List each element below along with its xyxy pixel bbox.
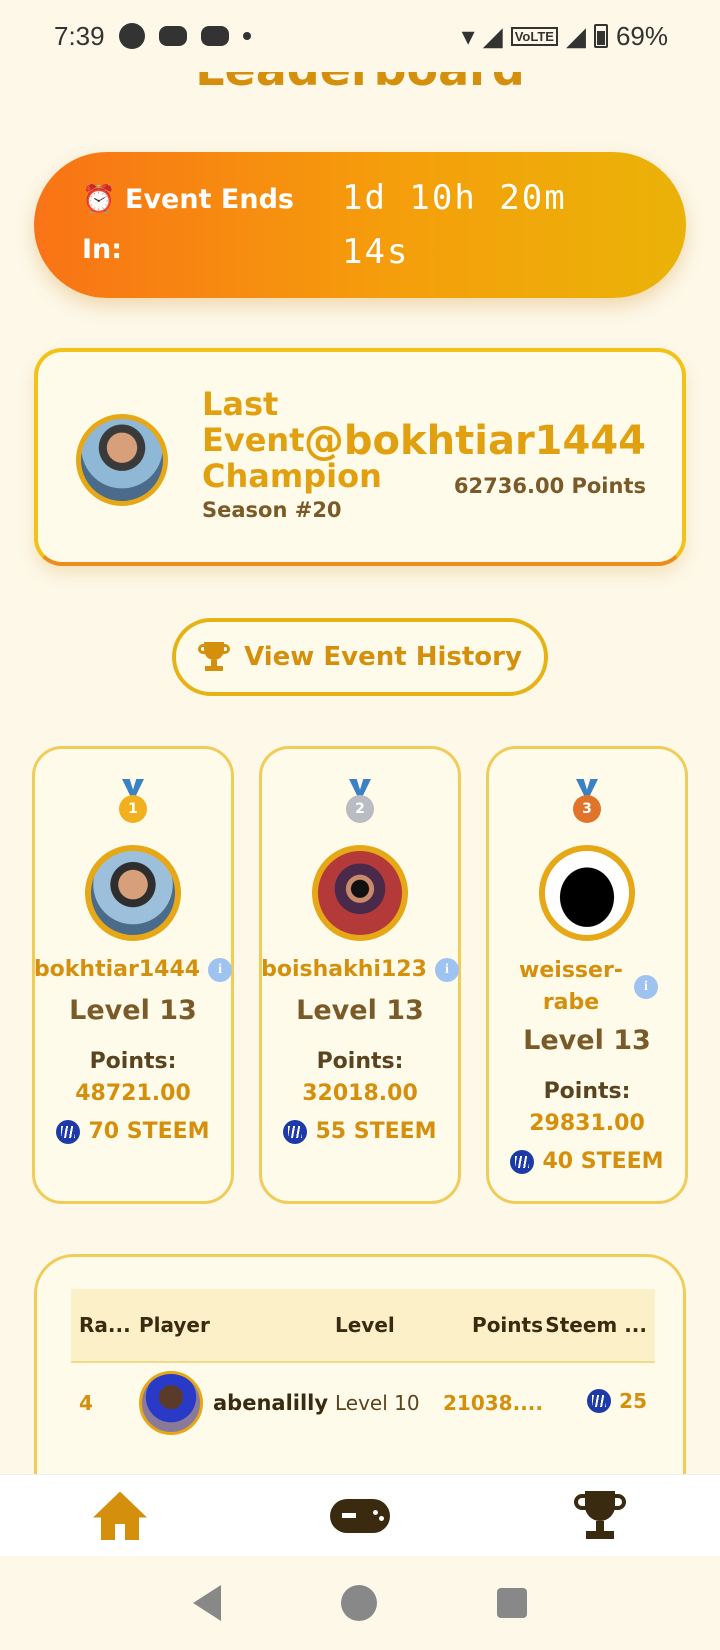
bronze-medal-icon: 3 [572, 779, 602, 825]
header-player[interactable]: Player [139, 1313, 335, 1337]
avatar[interactable] [139, 1371, 203, 1435]
trophy-icon [198, 642, 231, 672]
recent-apps-icon[interactable] [497, 1588, 527, 1618]
signal-icon-2: ◢ [565, 20, 586, 51]
status-bar: 7:39 ▾ ◢ VoLTE ◢ 69% [0, 0, 720, 72]
podium-level: Level 13 [69, 995, 197, 1026]
discord-icon [158, 26, 187, 46]
row-points: 21038.... [443, 1391, 543, 1415]
notification-dot-icon [242, 32, 251, 40]
steem-icon [56, 1119, 81, 1144]
podium-username[interactable]: bokhtiar1444 [34, 957, 200, 982]
event-countdown-banner: ⏰ Event Ends In: 1d 10h 20m 14s [34, 152, 686, 298]
champion-avatar [76, 414, 168, 506]
info-icon[interactable]: i [434, 957, 459, 982]
podium-username[interactable]: boishakhi123 [261, 957, 427, 982]
nav-games-button[interactable] [320, 1486, 400, 1546]
podium-card-rank-2[interactable]: 2 boishakhi123 i Level 13 Points: 32018.… [259, 746, 461, 1204]
podium-card-rank-1[interactable]: 1 bokhtiar1444 i Level 13 Points: 48721.… [32, 746, 234, 1204]
row-player-name[interactable]: abenalilly [213, 1391, 328, 1415]
nav-home-button[interactable] [80, 1486, 160, 1546]
countdown-label: ⏰ Event Ends In: [82, 184, 294, 265]
battery-level: 69% [615, 20, 668, 51]
header-steem[interactable]: Steem ... [543, 1313, 655, 1337]
header-rank[interactable]: Ra... [71, 1313, 139, 1337]
podium-points-label: Points: [89, 1049, 177, 1074]
row-rank: 4 [79, 1391, 93, 1415]
champion-username: @bokhtiar1444 [303, 418, 646, 464]
table-row[interactable]: 4 abenalilly Level 10 21038.... 25 [71, 1361, 655, 1443]
podium-points-label: Points: [316, 1049, 404, 1074]
system-navigation-bar [0, 1556, 720, 1650]
row-level: Level 10 [335, 1391, 420, 1415]
podium-username[interactable]: weisser-rabe [516, 955, 626, 1019]
table-header: Ra... Player Level Points Steem ... [71, 1289, 655, 1361]
avatar[interactable] [539, 845, 635, 941]
podium-level: Level 13 [523, 1025, 651, 1056]
countdown-time: 1d 10h 20m 14s [342, 178, 567, 272]
volte-badge: VoLTE [510, 26, 558, 46]
champion-points: 62736.00 Points [453, 474, 646, 498]
leaderboard-table: Ra... Player Level Points Steem ... 4 ab… [71, 1289, 655, 1443]
view-event-history-button[interactable]: View Event History [172, 618, 548, 696]
home-circle-icon[interactable] [341, 1585, 377, 1621]
avatar[interactable] [85, 845, 181, 941]
row-steem: 25 [619, 1388, 647, 1413]
gold-medal-icon: 1 [118, 779, 148, 825]
status-time: 7:39 [54, 20, 105, 51]
header-level[interactable]: Level [335, 1313, 431, 1337]
silver-medal-icon: 2 [345, 779, 375, 825]
view-event-history-label: View Event History [244, 642, 522, 672]
discord-icon-2 [200, 26, 229, 46]
podium-steem-reward: 40 STEEM [542, 1149, 664, 1174]
header-points[interactable]: Points [431, 1313, 543, 1337]
messenger-icon [118, 23, 145, 49]
podium-points-label: Points: [543, 1079, 631, 1104]
trophy-icon [574, 1490, 626, 1541]
battery-icon [593, 24, 608, 48]
podium-steem-reward: 55 STEEM [315, 1119, 437, 1144]
podium-card-rank-3[interactable]: 3 weisser-rabe i Level 13 Points: 29831.… [486, 746, 688, 1204]
podium-steem-reward: 70 STEEM [88, 1119, 210, 1144]
avatar[interactable] [312, 845, 408, 941]
last-champion-card: Last Event Champion Season #20 @bokhtiar… [34, 348, 686, 566]
home-icon [93, 1491, 147, 1540]
info-icon[interactable]: i [208, 957, 233, 982]
steem-icon [283, 1119, 308, 1144]
podium-points: 32018.00 [302, 1081, 418, 1106]
nav-leaderboard-button[interactable] [560, 1486, 640, 1546]
gamepad-icon [330, 1498, 390, 1533]
champion-season: Season #20 [202, 498, 342, 522]
bottom-navigation [0, 1474, 720, 1556]
podium-points: 29831.00 [529, 1111, 645, 1136]
back-icon[interactable] [193, 1585, 221, 1621]
podium-level: Level 13 [296, 995, 424, 1026]
steem-icon [587, 1388, 612, 1413]
podium-points: 48721.00 [75, 1081, 191, 1106]
info-icon[interactable]: i [634, 975, 658, 999]
steem-icon [510, 1149, 535, 1174]
signal-icon: ◢ [482, 20, 503, 51]
wifi-icon: ▾ [461, 20, 475, 51]
